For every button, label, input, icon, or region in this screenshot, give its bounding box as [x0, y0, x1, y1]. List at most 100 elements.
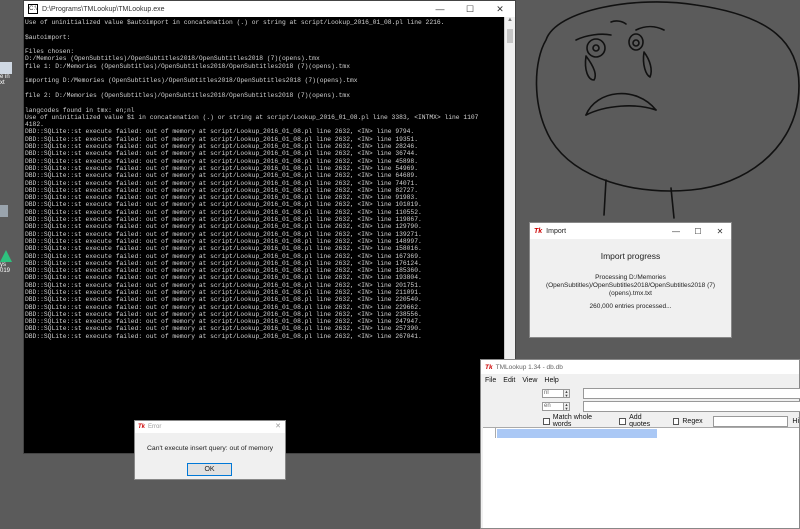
add-quotes-checkbox[interactable] [619, 417, 627, 425]
menu-edit[interactable]: Edit [503, 377, 515, 384]
scrollbar-thumb[interactable] [507, 29, 513, 43]
tk-logo-icon: Tk [534, 227, 543, 235]
console-line: DBD::SQLite::st execute failed: out of m… [25, 172, 418, 180]
minimize-button[interactable]: — [665, 223, 687, 239]
console-window: C:\ D:\Programs\TMLookup\TMLookup.exe — … [23, 0, 516, 454]
desktop-icon-label: e in xt [0, 74, 10, 86]
desktop-app-icon[interactable]: ys 019 [0, 250, 24, 274]
console-line: DBD::SQLite::st execute failed: out of m… [25, 303, 422, 311]
desktop-file-icon-2[interactable] [0, 205, 24, 217]
console-line: DBD::SQLite::st execute failed: out of m… [25, 186, 418, 194]
console-line: D:/Memories (OpenSubtitles)/OpenSubtitle… [25, 55, 320, 63]
close-button[interactable]: ✕ [275, 422, 281, 430]
console-line: 4182. [25, 121, 44, 129]
console-line: DBD::SQLite::st execute failed: out of m… [25, 325, 422, 333]
close-button[interactable]: ✕ [709, 223, 731, 239]
console-line: DBD::SQLite::st execute failed: out of m… [25, 128, 415, 136]
results-table[interactable] [483, 438, 799, 528]
console-line: DBD::SQLite::st execute failed: out of m… [25, 296, 422, 304]
console-line: DBD::SQLite::st execute failed: out of m… [25, 252, 422, 260]
console-line: DBD::SQLite::st execute failed: out of m… [25, 135, 418, 143]
console-line: Files chosen: [25, 48, 75, 56]
desktop-file-icon[interactable]: e in xt [0, 62, 24, 86]
whole-words-checkbox[interactable] [543, 417, 550, 425]
console-line: DBD::SQLite::st execute failed: out of m… [25, 310, 422, 318]
console-line: DBD::SQLite::st execute failed: out of m… [25, 143, 418, 151]
console-line: langcodes found in tmx: en;nl [25, 106, 135, 114]
spinner-icon[interactable]: ▲ ▼ [564, 389, 570, 398]
console-app-icon: C:\ [28, 4, 38, 14]
file-icon [0, 205, 8, 217]
spinner-icon[interactable]: ▲ ▼ [564, 402, 570, 411]
history-button[interactable]: Hi [792, 418, 799, 425]
error-titlebar[interactable]: Tk Error ✕ [135, 421, 285, 433]
target-lang-select[interactable]: en ▲ ▼ [542, 402, 570, 411]
search-options: Match whole words Add quotes Regex Hi [543, 414, 799, 428]
console-line: DBD::SQLite::st execute failed: out of m… [25, 288, 422, 296]
console-output: Use of uninitialized value $autoimport i… [24, 17, 505, 453]
regex-label: Regex [682, 417, 703, 425]
console-line: DBD::SQLite::st execute failed: out of m… [25, 230, 422, 238]
console-line: DBD::SQLite::st execute failed: out of m… [25, 274, 422, 282]
console-line: DBD::SQLite::st execute failed: out of m… [25, 332, 422, 340]
tmlookup-window: Tk TMLookup 1.34 - db.db File Edit View … [480, 359, 800, 529]
minimize-button[interactable]: — [425, 1, 455, 17]
error-message: Can't execute insert query: out of memor… [147, 445, 273, 452]
target-lang-field[interactable]: en [542, 402, 564, 411]
app-triangle-icon [0, 250, 12, 262]
console-line: DBD::SQLite::st execute failed: out of m… [25, 237, 422, 245]
target-search-input[interactable] [583, 401, 800, 412]
console-line: DBD::SQLite::st execute failed: out of m… [25, 318, 422, 326]
menu-file[interactable]: File [485, 377, 496, 384]
add-quotes-label: Add quotes [629, 414, 651, 428]
console-line: DBD::SQLite::st execute failed: out of m… [25, 150, 418, 158]
import-titlebar[interactable]: Tk Import — ☐ ✕ [530, 223, 731, 239]
maximize-button[interactable]: ☐ [687, 223, 709, 239]
menu-view[interactable]: View [522, 377, 537, 384]
console-line: DBD::SQLite::st execute failed: out of m… [25, 157, 418, 165]
selected-column-header[interactable] [497, 429, 657, 438]
source-lang-field[interactable]: nl [542, 389, 564, 398]
menu-help[interactable]: Help [544, 377, 558, 384]
tmlookup-title: TMLookup 1.34 - db.db [495, 363, 563, 371]
import-dialog: Tk Import — ☐ ✕ Import progress Processi… [529, 222, 732, 338]
tmlookup-titlebar[interactable]: Tk TMLookup 1.34 - db.db [481, 360, 799, 374]
console-line: importing D:/Memories (OpenSubtitles)/Op… [25, 77, 358, 85]
desktop-icon-label: ys 019 [0, 262, 11, 274]
import-title: Import [546, 227, 567, 235]
error-title: Error [148, 424, 162, 430]
close-button[interactable]: ✕ [485, 1, 515, 17]
error-dialog: Tk Error ✕ Can't execute insert query: o… [134, 420, 286, 480]
console-line: DBD::SQLite::st execute failed: out of m… [25, 164, 418, 172]
regex-checkbox[interactable] [672, 417, 680, 425]
whole-words-label: Match whole words [552, 414, 593, 428]
console-line: file 1: D:/Memories (OpenSubtitles)/Open… [25, 62, 350, 70]
console-line: Use of uninitialized value $autoimport i… [25, 19, 445, 26]
source-lang-select[interactable]: nl ▲ ▼ [542, 389, 570, 398]
console-line: DBD::SQLite::st execute failed: out of m… [25, 208, 422, 216]
import-heading: Import progress [600, 251, 661, 261]
file-icon [0, 62, 12, 74]
tk-logo-icon: Tk [485, 363, 493, 371]
scroll-up-icon[interactable]: ▲ [505, 17, 515, 27]
console-titlebar[interactable]: C:\ D:\Programs\TMLookup\TMLookup.exe — … [24, 1, 515, 17]
console-line: DBD::SQLite::st execute failed: out of m… [25, 281, 422, 289]
source-search-input[interactable] [583, 388, 800, 399]
console-line: DBD::SQLite::st execute failed: out of m… [25, 259, 422, 267]
console-line: DBD::SQLite::st execute failed: out of m… [25, 245, 422, 253]
console-line: DBD::SQLite::st execute failed: out of m… [25, 179, 418, 187]
filter-input[interactable] [712, 415, 789, 427]
console-line: Use of uninitialized value $1 in concate… [25, 113, 479, 121]
console-line: $autoimport: [25, 33, 71, 41]
ok-button[interactable]: OK [187, 463, 232, 476]
maximize-button[interactable]: ☐ [455, 1, 485, 17]
tk-logo-icon: Tk [138, 424, 146, 430]
console-line: DBD::SQLite::st execute failed: out of m… [25, 223, 422, 231]
menu-bar: File Edit View Help [481, 374, 799, 386]
console-line: DBD::SQLite::st execute failed: out of m… [25, 216, 422, 224]
